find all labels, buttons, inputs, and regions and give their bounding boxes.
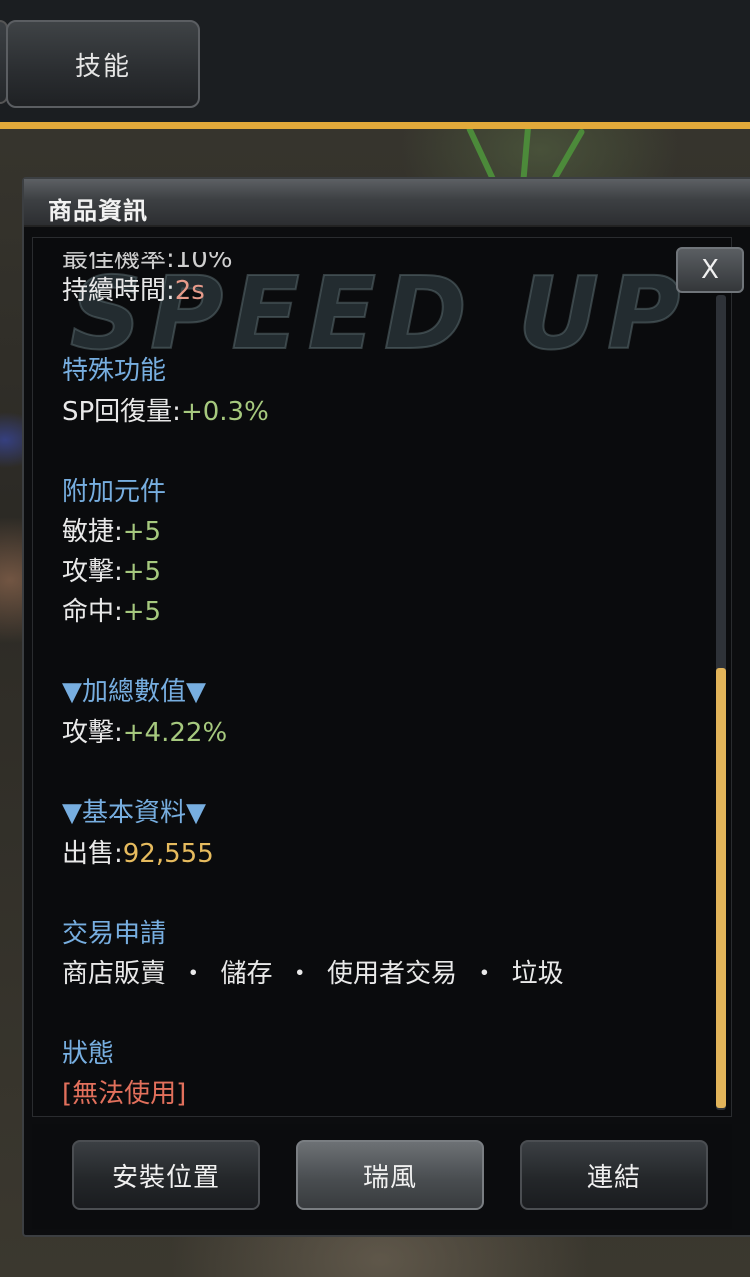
sp-recovery-value: +0.3% xyxy=(180,397,269,427)
scrollbar-thumb[interactable] xyxy=(716,668,726,1108)
ruifeng-button[interactable]: 瑞風 xyxy=(296,1140,484,1210)
link-button[interactable]: 連結 xyxy=(520,1140,708,1210)
status-value: [無法使用] xyxy=(62,1079,187,1109)
sell-price-line: 出售:92,555 xyxy=(62,833,214,870)
duration-label: 持續時間: xyxy=(62,276,175,306)
total-heading: ▼加總數值▼ xyxy=(62,677,206,707)
attach-item: 命中:+5 xyxy=(62,591,161,628)
sp-recovery-label: SP回復量: xyxy=(62,397,181,427)
basic-heading: ▼基本資料▼ xyxy=(62,798,206,828)
attach-item-value: +5 xyxy=(122,557,162,587)
top-bar: 技能 xyxy=(0,0,750,122)
attach-item-label: 命中: xyxy=(62,597,123,627)
trade-options: 商店販賣 ・ 儲存 ・ 使用者交易 ・ 垃圾 xyxy=(62,959,564,989)
attach-item-label: 敏捷: xyxy=(62,517,123,547)
attach-item-value: +5 xyxy=(122,517,162,547)
attach-item-label: 攻擊: xyxy=(62,557,123,587)
attach-item: 攻擊:+5 xyxy=(62,551,161,588)
status-heading: 狀態 xyxy=(62,1039,115,1069)
trade-heading: 交易申請 xyxy=(62,919,167,949)
top-bar-accent-line xyxy=(0,122,750,129)
install-location-button[interactable]: 安裝位置 xyxy=(72,1140,260,1210)
sell-price-value: 92,555 xyxy=(122,839,214,869)
duration-value: 2s xyxy=(174,276,205,306)
tab-skill[interactable]: 技能 xyxy=(6,20,200,108)
total-attack-line: 攻擊:+4.22% xyxy=(62,712,227,749)
dialog-header: 商品資訊 xyxy=(24,179,750,227)
special-heading: 特殊功能 xyxy=(62,356,167,386)
attach-heading: 附加元件 xyxy=(62,477,167,507)
sell-price-label: 出售: xyxy=(62,839,123,869)
attach-item: 敏捷:+5 xyxy=(62,511,161,548)
dialog-title: 商品資訊 xyxy=(48,197,148,225)
total-attack-value: +4.22% xyxy=(122,718,228,748)
duration-line: 持續時間:2s xyxy=(62,270,205,307)
attach-item-value: +5 xyxy=(122,597,162,627)
total-attack-label: 攻擊: xyxy=(62,718,123,748)
sp-recovery-line: SP回復量:+0.3% xyxy=(62,391,269,428)
close-button[interactable]: X xyxy=(676,247,744,293)
